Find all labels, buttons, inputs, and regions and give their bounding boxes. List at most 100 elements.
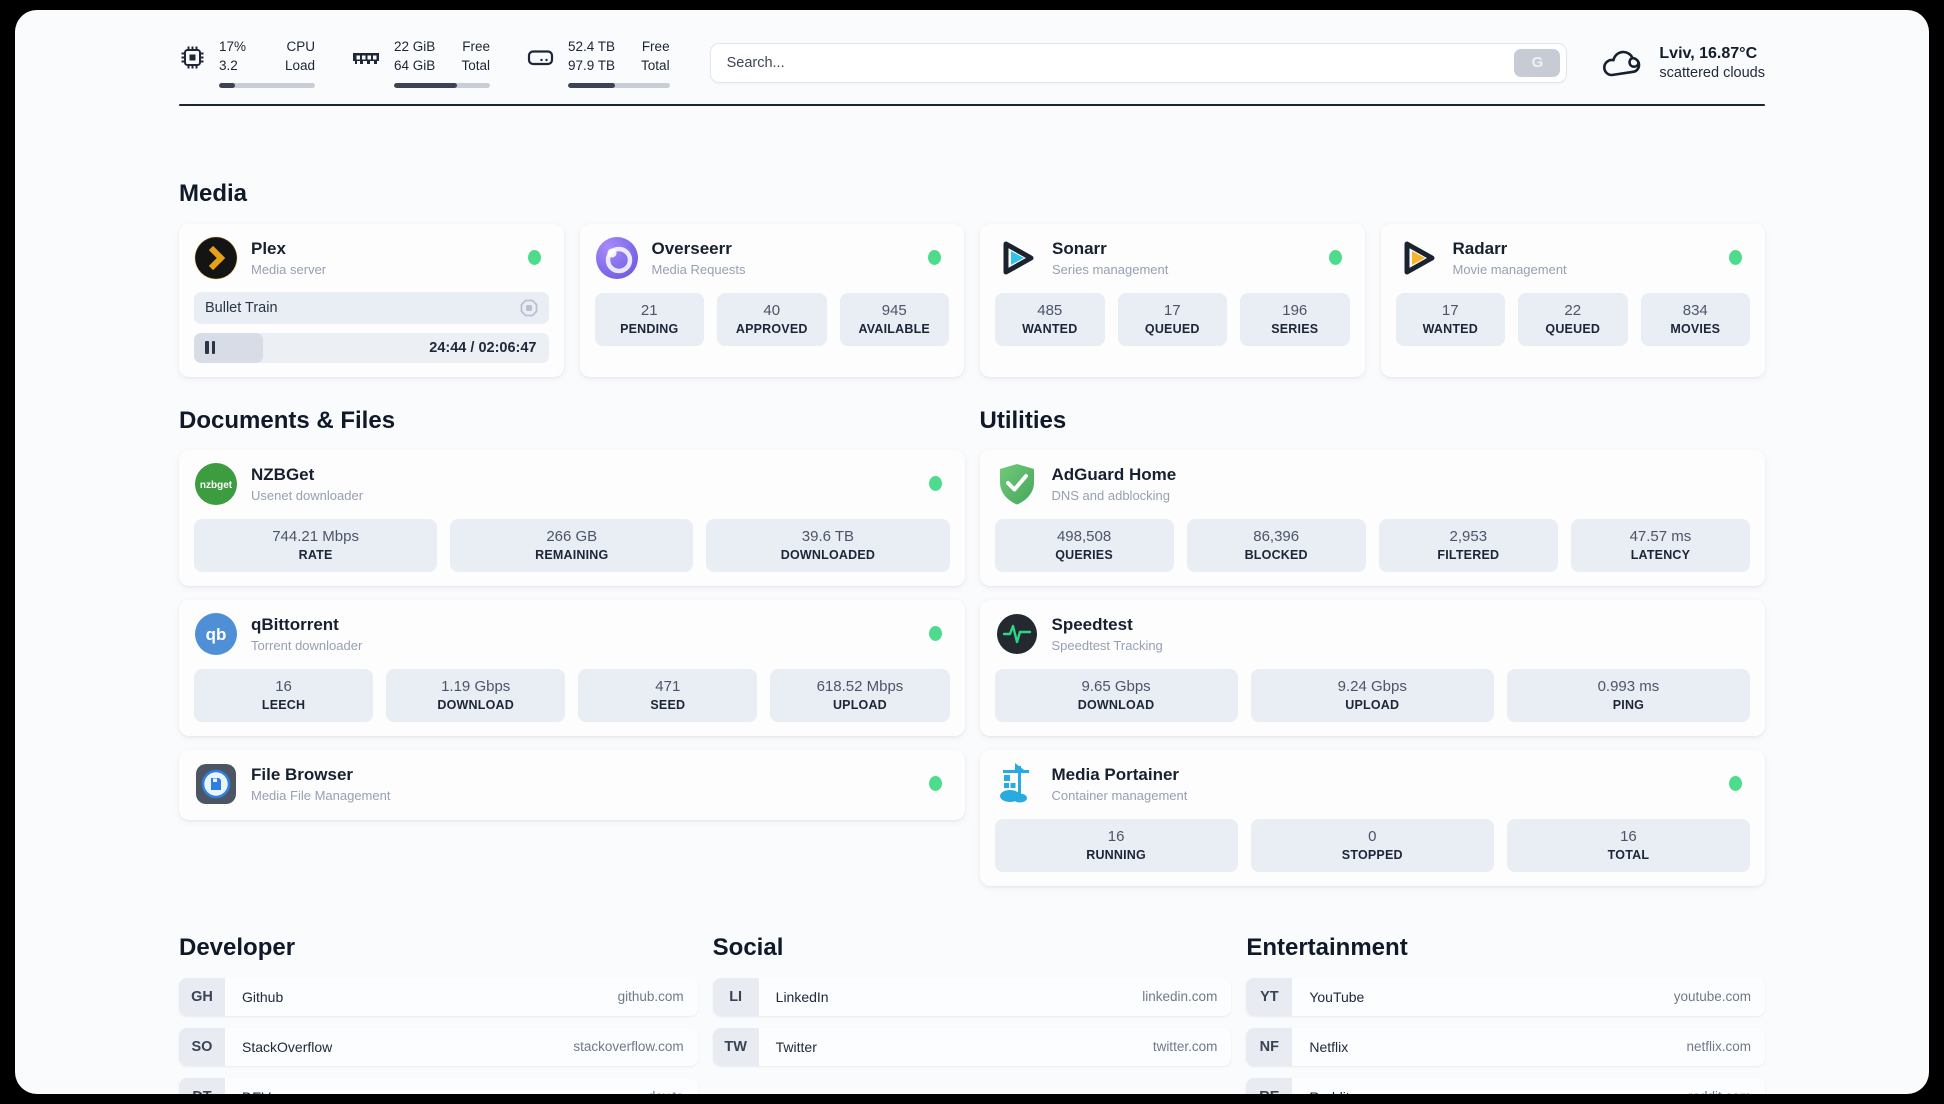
disk-total-value: 97.9 TB — [568, 57, 616, 73]
documents-column: Documents & Files nzbget NZBGet Usenet d… — [179, 377, 965, 886]
disk-icon — [527, 50, 554, 66]
cpu-usage-label: CPU — [286, 39, 315, 54]
app-title: AdGuard Home — [1051, 464, 1177, 484]
app-subtitle: Media File Management — [251, 787, 391, 803]
stat-wanted: 485 WANTED — [995, 292, 1105, 346]
cpu-stat: 17% 3.2 CPU Load — [179, 38, 315, 88]
cpu-progress — [219, 82, 315, 88]
link-tag: YT — [1246, 977, 1293, 1016]
status-dot — [928, 476, 942, 492]
weather-condition: scattered clouds — [1659, 64, 1765, 81]
now-playing-row: Bullet Train — [194, 291, 549, 324]
header: 17% 3.2 CPU Load 22 GiB 64 GiB Free Tota… — [179, 38, 1765, 88]
status-dot — [928, 776, 942, 792]
disk-free-label: Free — [641, 39, 670, 54]
link-url: reddit.com — [1688, 1078, 1751, 1094]
link-youtube[interactable]: YT YouTube youtube.com — [1246, 977, 1765, 1016]
app-title: Sonarr — [1052, 238, 1107, 258]
app-card-portainer[interactable]: Media Portainer Container management 16 R… — [979, 749, 1765, 886]
app-subtitle: DNS and adblocking — [1051, 487, 1171, 503]
link-name: LinkedIn — [775, 988, 829, 1005]
playback-progress: 24:44 / 02:06:47 — [194, 332, 549, 363]
stat-upload: 9.24 Gbps UPLOAD — [1250, 668, 1494, 722]
stat-remaining: 266 GB REMAINING — [450, 518, 694, 572]
link-name: DEV — [242, 1078, 271, 1094]
stat-approved: 40 APPROVED — [717, 292, 827, 346]
app-card-nzbget[interactable]: nzbget NZBGet Usenet downloader 744.21 M… — [179, 449, 965, 586]
app-card-adguard[interactable]: AdGuard Home DNS and adblocking 498,508 Q… — [979, 449, 1765, 586]
status-dot — [928, 250, 941, 266]
svg-text:qb: qb — [206, 625, 227, 644]
app-card-qbittorrent[interactable]: qb qBittorrent Torrent downloader 16 LEEC… — [179, 599, 965, 736]
cpu-icon — [181, 46, 204, 69]
app-title: Media Portainer — [1051, 764, 1180, 784]
app-subtitle: Media server — [251, 261, 327, 277]
link-url: youtube.com — [1673, 989, 1751, 1005]
section-title-utilities: Utilities — [979, 406, 1067, 434]
link-tag: LI — [712, 977, 759, 1016]
status-dot — [527, 250, 541, 266]
disk-progress — [568, 82, 670, 88]
link-netflix[interactable]: NF Netflix netflix.com — [1246, 1027, 1765, 1066]
app-subtitle: Speedtest Tracking — [1051, 637, 1163, 653]
ram-icon — [353, 53, 379, 64]
app-title: Overseerr — [651, 238, 732, 258]
media-grid: Plex Media server Bullet Train 24:44 / 0… — [179, 223, 1765, 377]
search-engine-button[interactable]: G — [1514, 48, 1561, 77]
link-url: dev.to — [648, 1078, 684, 1094]
speedtest-icon — [995, 612, 1039, 656]
app-subtitle: Container management — [1051, 787, 1188, 803]
app-card-plex[interactable]: Plex Media server Bullet Train 24:44 / 0… — [179, 223, 564, 377]
ram-free-value: 22 GiB — [394, 39, 436, 54]
link-name: Reddit — [1309, 1078, 1349, 1094]
ram-stat: 22 GiB 64 GiB Free Total — [351, 38, 490, 88]
pause-button[interactable] — [205, 341, 215, 355]
stat-queries: 498,508 QUERIES — [994, 518, 1174, 572]
status-dot — [1729, 250, 1742, 266]
section-title-entertainment: Entertainment — [1246, 933, 1408, 961]
link-github[interactable]: GH Github github.com — [179, 977, 698, 1016]
link-dev[interactable]: DT DEV dev.to — [179, 1077, 698, 1094]
link-url: netflix.com — [1686, 1039, 1751, 1055]
cpu-usage-value: 17% — [219, 39, 247, 54]
stat-upload: 618.52 Mbps UPLOAD — [770, 668, 950, 722]
weather-location-temp: Lviv, 16.87°C — [1659, 44, 1758, 62]
app-subtitle: Series management — [1052, 261, 1169, 277]
search-bar: G — [709, 42, 1568, 83]
ram-free-label: Free — [462, 39, 490, 54]
session-icon[interactable] — [520, 299, 538, 317]
search-input[interactable] — [710, 54, 1515, 71]
link-tag: RE — [1246, 1077, 1293, 1094]
app-card-sonarr[interactable]: Sonarr Series management 485 WANTED 17 QUE… — [980, 223, 1365, 377]
developer-section: Developer GH Github github.com SO StackO… — [179, 886, 698, 1094]
adguard-icon — [995, 462, 1039, 506]
app-subtitle: Usenet downloader — [251, 487, 364, 503]
link-tag: TW — [712, 1027, 759, 1066]
stat-available: 945 AVAILABLE — [839, 292, 949, 346]
stat-movies: 834 MOVIES — [1640, 292, 1750, 346]
app-subtitle: Torrent downloader — [251, 637, 363, 653]
status-dot — [1328, 250, 1342, 266]
app-card-filebrowser[interactable]: File Browser Media File Management — [179, 749, 965, 820]
app-card-radarr[interactable]: Radarr Movie management 17 WANTED 22 QUEUE… — [1380, 223, 1765, 377]
stat-filtered: 2,953 FILTERED — [1378, 518, 1558, 572]
ram-progress — [394, 82, 490, 88]
link-linkedin[interactable]: LI LinkedIn linkedin.com — [712, 977, 1232, 1016]
stat-wanted: 17 WANTED — [1395, 292, 1505, 346]
link-reddit[interactable]: RE Reddit reddit.com — [1246, 1077, 1765, 1094]
link-stackoverflow[interactable]: SO StackOverflow stackoverflow.com — [179, 1027, 698, 1066]
link-tag: SO — [179, 1027, 225, 1066]
app-title: Radarr — [1452, 238, 1508, 258]
app-card-overseerr[interactable]: Overseerr Media Requests 21 PENDING 40 APP… — [579, 223, 964, 377]
link-twitter[interactable]: TW Twitter twitter.com — [712, 1027, 1232, 1066]
utilities-column: Utilities AdGuard Home DNS and adblockin… — [979, 377, 1765, 886]
stat-blocked: 86,396 BLOCKED — [1186, 518, 1366, 572]
link-tag: DT — [179, 1077, 225, 1094]
now-playing-title: Bullet Train — [205, 299, 278, 316]
stat-latency: 47.57 ms LATENCY — [1570, 518, 1750, 572]
stat-downloaded: 39.6 TB DOWNLOADED — [706, 518, 950, 572]
header-divider — [179, 103, 1765, 106]
stat-ping: 0.993 ms PING — [1506, 668, 1751, 722]
stat-leech: 16 LEECH — [194, 668, 374, 722]
app-card-speedtest[interactable]: Speedtest Speedtest Tracking 9.65 Gbps DO… — [979, 599, 1765, 736]
